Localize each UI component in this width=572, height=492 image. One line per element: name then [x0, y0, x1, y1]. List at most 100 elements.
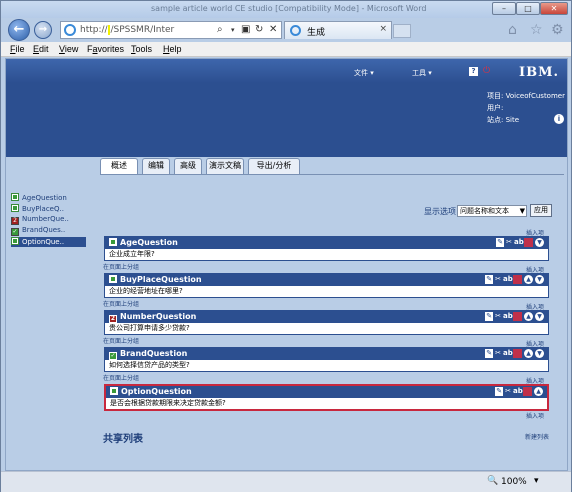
close-button[interactable]: ✕: [540, 2, 568, 15]
question-header: OptionQuestion ✎ ✂ ab ▲: [106, 386, 547, 398]
sidebar-item[interactable]: OptionQue..: [11, 237, 86, 247]
tab-2[interactable]: 编辑: [142, 158, 170, 174]
tab-3[interactable]: 高级: [174, 158, 202, 174]
sidebar-item-label: BuyPlaceQ..: [22, 205, 64, 213]
tab-1[interactable]: 概述: [100, 158, 138, 174]
delete-icon[interactable]: [524, 238, 533, 247]
menu-file[interactable]: File: [10, 44, 25, 54]
tab-5[interactable]: 导出/分析: [248, 158, 300, 174]
sidebar-item-label: NumberQue..: [22, 215, 69, 223]
delete-icon[interactable]: [513, 349, 522, 358]
rename-icon[interactable]: ab: [503, 312, 513, 321]
question-actions: ✎ ✂ ab ▼: [494, 238, 544, 248]
move-down-icon[interactable]: ▼: [535, 275, 544, 284]
question-text: 企业成立年限?: [109, 250, 155, 258]
app-tools-menu[interactable]: 工具 ▾: [412, 68, 432, 78]
menu-favorites[interactable]: Favorites: [87, 44, 124, 54]
question-type-icon: [110, 387, 118, 395]
favorites-star-icon[interactable]: ☆: [530, 22, 543, 38]
question-type-icon: 2: [109, 315, 117, 323]
rename-icon[interactable]: ab: [503, 349, 513, 358]
cut-icon[interactable]: ✂: [505, 387, 511, 396]
insert-item-link[interactable]: 插入项: [526, 411, 544, 420]
sidebar-item[interactable]: AgeQuestion: [11, 193, 86, 203]
stop-icon[interactable]: ✕: [269, 24, 277, 35]
rename-icon[interactable]: ab: [514, 238, 524, 247]
question-block[interactable]: AgeQuestion ✎ ✂ ab ▼ 企业成立年限?: [104, 236, 549, 261]
move-down-icon[interactable]: ▼: [535, 238, 544, 247]
move-down-icon[interactable]: ▼: [535, 349, 544, 358]
delete-icon[interactable]: [513, 275, 522, 284]
delete-icon[interactable]: [513, 312, 522, 321]
info-icon[interactable]: i: [554, 114, 564, 124]
cut-icon[interactable]: ✂: [495, 349, 501, 358]
edit-icon[interactable]: ✎: [496, 238, 505, 247]
apply-button[interactable]: 应用: [530, 204, 552, 217]
question-text: 如何选择信贷产品的类型?: [109, 361, 190, 369]
menu-help[interactable]: Help: [163, 44, 182, 54]
help-icon[interactable]: ?: [469, 67, 478, 76]
sidebar-item[interactable]: ✓ BrandQues..: [11, 226, 86, 236]
question-block[interactable]: 2 NumberQuestion ✎ ✂ ab ▲ ▼ 贵公司打算申请多少贷款?: [104, 310, 549, 335]
ie-icon: [290, 25, 301, 36]
zoom-dropdown-icon[interactable]: ▾: [534, 476, 539, 486]
question-block[interactable]: BuyPlaceQuestion ✎ ✂ ab ▲ ▼ 企业的经营地址在哪里?: [104, 273, 549, 298]
move-up-icon[interactable]: ▲: [534, 387, 543, 396]
sidebar-item[interactable]: BuyPlaceQ..: [11, 204, 86, 214]
maximize-button[interactable]: □: [516, 2, 540, 15]
question-actions: ✎ ✂ ab ▲ ▼: [483, 275, 544, 285]
browser-tab[interactable]: 生成 ×: [284, 21, 392, 39]
close-tab-icon[interactable]: ×: [379, 24, 387, 34]
question-type-icon: [109, 238, 117, 246]
gear-icon[interactable]: ⚙: [551, 22, 564, 38]
forward-button[interactable]: →: [34, 21, 52, 39]
zoom-icon: 🔍: [487, 476, 499, 486]
question-actions: ✎ ✂ ab ▲: [493, 387, 543, 397]
compat-view-icon[interactable]: ▣: [241, 24, 250, 35]
zoom-level[interactable]: 100%: [501, 477, 527, 487]
move-up-icon[interactable]: ▲: [524, 312, 533, 321]
question-header: BuyPlaceQuestion ✎ ✂ ab ▲ ▼: [105, 274, 548, 286]
edit-icon[interactable]: ✎: [495, 387, 504, 396]
rename-icon[interactable]: ab: [513, 387, 523, 396]
insert-above-link[interactable]: 在页面上分组: [103, 262, 139, 271]
edit-icon[interactable]: ✎: [485, 312, 494, 321]
tab-4[interactable]: 演示文稿: [206, 158, 244, 174]
question-block[interactable]: OptionQuestion ✎ ✂ ab ▲ 是否会根据贷款期限来决定贷款金额?: [104, 384, 549, 411]
insert-above-link[interactable]: 在页面上分组: [103, 373, 139, 382]
sidebar-item-label: OptionQue..: [22, 238, 65, 246]
sidebar-item[interactable]: 2 NumberQue..: [11, 215, 86, 225]
delete-icon[interactable]: [523, 387, 532, 396]
display-options-label: 显示选项: [424, 207, 456, 216]
refresh-icon[interactable]: ↻: [255, 24, 263, 35]
browser-window: sample article world CE studio [Compatib…: [0, 0, 572, 492]
question-block[interactable]: ✓ BrandQuestion ✎ ✂ ab ▲ ▼ 如何选择信贷产品的类型?: [104, 347, 549, 372]
move-up-icon[interactable]: ▲: [524, 275, 533, 284]
menu-view[interactable]: View: [59, 44, 78, 54]
menu-edit[interactable]: Edit: [33, 44, 49, 54]
back-button[interactable]: ←: [8, 19, 30, 41]
edit-icon[interactable]: ✎: [485, 275, 494, 284]
move-down-icon[interactable]: ▼: [535, 312, 544, 321]
logoff-icon[interactable]: ⏻: [483, 66, 490, 76]
cut-icon[interactable]: ✂: [495, 312, 501, 321]
edit-icon[interactable]: ✎: [485, 349, 494, 358]
minimize-button[interactable]: –: [492, 2, 516, 15]
dropdown-icon[interactable]: ▾: [231, 26, 235, 34]
insert-above-link[interactable]: 在页面上分组: [103, 336, 139, 345]
new-list-link[interactable]: 新建列表: [525, 432, 549, 441]
question-text: 贵公司打算申请多少贷款?: [109, 324, 190, 332]
cut-icon[interactable]: ✂: [495, 275, 501, 284]
search-icon[interactable]: ⌕: [217, 24, 223, 35]
address-bar[interactable]: http:// /SPSSMR/Inter ⌕ ▾ ▣ ↻ ✕: [60, 21, 282, 39]
move-up-icon[interactable]: ▲: [524, 349, 533, 358]
app-file-menu[interactable]: 文件 ▾: [354, 68, 374, 78]
new-tab-button[interactable]: [393, 24, 411, 38]
display-options-select[interactable]: 问题名称和文本 ▼: [457, 205, 527, 217]
insert-above-link[interactable]: 在页面上分组: [103, 299, 139, 308]
menu-tools[interactable]: Tools: [131, 44, 152, 54]
title-bar: sample article world CE studio [Compatib…: [1, 1, 571, 18]
rename-icon[interactable]: ab: [503, 275, 513, 284]
home-icon[interactable]: ⌂: [508, 22, 517, 38]
cut-icon[interactable]: ✂: [506, 238, 512, 247]
